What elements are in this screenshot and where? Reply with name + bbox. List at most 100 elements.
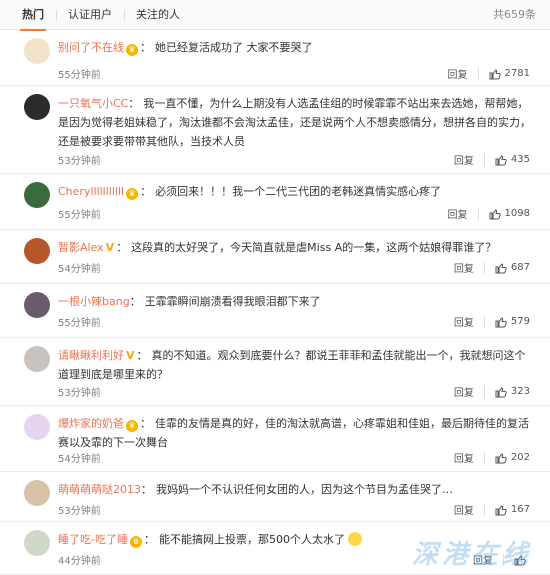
comment-content: 爆炸家的奶爸 ♛：佳霏的友情是真的好，佳的淘汰就高谱，心疼霏姐和佳姐，最后期待佳的… <box>58 414 532 452</box>
thumbs-up-icon <box>495 386 507 397</box>
comment-content: 暂影Alex V：这段真的太好哭了，今天简直就是虐Miss A的一集，这两个姑娘得… <box>58 238 532 257</box>
comment-item: 请瞅瞅利利好 V：真的不知道。观众到底要什么？都说王菲菲和孟佳就能出一个，我就想问… <box>0 338 550 406</box>
comment-time: 53分钟前 <box>58 388 101 399</box>
comment-content: 萌萌萌萌哒2013： 我妈妈一个不认识任何女团的人，因为这个节目为孟佳哭了… <box>58 480 532 499</box>
like-button[interactable]: 2781 <box>489 68 530 80</box>
colon-separator: ： <box>128 97 140 110</box>
like-count: 323 <box>510 386 530 397</box>
comment-username[interactable]: 别问了不在线 <box>58 41 124 54</box>
avatar[interactable] <box>24 530 50 556</box>
avatar[interactable] <box>24 182 50 208</box>
comment-time: 55分钟前 <box>58 70 101 81</box>
comment-time: 53分钟前 <box>58 506 101 517</box>
avatar[interactable] <box>24 414 50 440</box>
comment-time: 44分钟前 <box>58 556 101 567</box>
thumbs-up-icon <box>495 316 507 327</box>
comment-text: 王霏霏瞬间崩溃看得我眼泪都下来了 <box>144 295 321 308</box>
comment-actions: 回复 1098 <box>448 206 530 221</box>
crown-badge-icon: ♛ <box>129 536 142 548</box>
action-divider <box>477 207 479 220</box>
thumbs-up-icon <box>495 154 507 165</box>
crown-badge-icon: ♛ <box>126 188 139 200</box>
like-button[interactable]: 435 <box>495 154 530 166</box>
reply-button[interactable]: 回复 <box>454 450 474 465</box>
like-count: 202 <box>510 452 530 463</box>
site-watermark: 深港在线 <box>411 540 532 570</box>
comment-username[interactable]: 爆炸家的奶爸 <box>58 417 124 430</box>
colon-separator: ： <box>141 483 152 496</box>
thumbs-up-icon <box>489 208 501 219</box>
colon-separator: ： <box>140 41 151 54</box>
comment-item: 一只氧气小CC： 我一直不懂，为什么上期没有人选孟佳组的时候霏霏不站出来去选她，帮… <box>0 86 550 174</box>
comment-username[interactable]: 暂影Alex <box>58 241 104 254</box>
crown-badge-icon: ♛ <box>126 44 138 56</box>
colon-separator: ： <box>140 185 152 198</box>
avatar[interactable] <box>24 238 50 264</box>
reply-button[interactable]: 回复 <box>454 314 474 329</box>
comment-text: 必须回来！！！我一个二代三代团的老韩迷真情实感心疼了 <box>155 185 442 198</box>
like-count: 579 <box>510 316 530 327</box>
comment-item: 暂影Alex V：这段真的太好哭了，今天简直就是虐Miss A的一集，这两个姑娘得… <box>0 230 550 284</box>
avatar[interactable] <box>24 292 50 318</box>
like-button[interactable]: 167 <box>495 504 530 516</box>
comment-total-count: 共659条 <box>493 8 536 21</box>
crown-badge-icon: ♛ <box>126 420 138 432</box>
like-button[interactable]: 202 <box>495 452 530 464</box>
reply-button[interactable]: 回复 <box>454 502 474 517</box>
reply-button[interactable]: 回复 <box>454 384 474 399</box>
comment-username[interactable]: 睡了吃-吃了睡 <box>58 533 128 546</box>
avatar[interactable] <box>24 94 50 120</box>
comment-username[interactable]: 请瞅瞅利利好 <box>58 349 124 362</box>
avatar[interactable] <box>24 38 50 64</box>
tab-verified-users[interactable]: 认证用户 <box>56 0 124 30</box>
like-count: 1098 <box>504 208 530 219</box>
thumbs-up-icon <box>495 452 507 463</box>
comment-time: 54分钟前 <box>58 454 101 465</box>
action-divider <box>483 503 485 516</box>
comment-actions: 回复 687 <box>454 260 530 275</box>
colon-separator: ： <box>129 295 141 308</box>
action-divider <box>483 451 485 464</box>
comment-text: 她已经复活成功了 大家不要哭了 <box>155 41 313 54</box>
action-divider <box>483 153 485 166</box>
comment-username[interactable]: 一根小辣bang <box>58 295 130 308</box>
comment-username[interactable]: 萌萌萌萌哒2013 <box>58 483 141 496</box>
comment-actions: 回复 323 <box>454 384 530 399</box>
avatar[interactable] <box>24 480 50 506</box>
like-button[interactable]: 579 <box>495 316 530 328</box>
tab-hot[interactable]: 热门 <box>10 0 56 31</box>
comment-content: 请瞅瞅利利好 V：真的不知道。观众到底要什么？都说王菲菲和孟佳就能出一个，我就想问… <box>58 346 532 384</box>
reply-button[interactable]: 回复 <box>454 260 474 275</box>
avatar[interactable] <box>24 346 50 372</box>
comment-item: 一根小辣bang： 王霏霏瞬间崩溃看得我眼泪都下来了 55分钟前 回复 579 <box>0 284 550 338</box>
comment-item: 爆炸家的奶爸 ♛：佳霏的友情是真的好，佳的淘汰就高谱，心疼霏姐和佳姐，最后期待佳的… <box>0 406 550 472</box>
comment-time: 55分钟前 <box>58 210 101 221</box>
reply-button[interactable]: 回复 <box>448 206 468 221</box>
colon-separator: ： <box>136 349 148 362</box>
like-button[interactable]: 1098 <box>489 208 530 220</box>
like-button[interactable]: 323 <box>495 386 530 398</box>
colon-separator: ： <box>140 417 151 430</box>
comment-actions: 回复 202 <box>454 450 530 465</box>
reply-button[interactable]: 回复 <box>448 66 468 81</box>
like-button[interactable]: 687 <box>495 262 530 274</box>
comment-content: 一只氧气小CC： 我一直不懂，为什么上期没有人选孟佳组的时候霏霏不站出来去选她，帮… <box>58 94 532 151</box>
comment-text: 我妈妈一个不认识任何女团的人，因为这个节目为孟佳哭了… <box>156 483 453 496</box>
comment-username[interactable]: 一只氧气小CC <box>58 97 128 110</box>
comment-actions: 回复 579 <box>454 314 530 329</box>
action-divider <box>483 261 485 274</box>
smile-emoji-icon <box>347 532 362 546</box>
action-divider <box>483 385 485 398</box>
action-divider <box>477 67 479 80</box>
like-count: 167 <box>510 504 530 515</box>
comment-actions: 回复 167 <box>454 502 530 517</box>
tab-following[interactable]: 关注的人 <box>124 0 192 30</box>
comment-actions: 回复 435 <box>454 152 530 167</box>
comment-item: Cherylllllllllll ♛：必须回来！！！我一个二代三代团的老韩迷真情实… <box>0 174 550 230</box>
comment-item: 别问了不在线 ♛： 她已经复活成功了 大家不要哭了 55分钟前 回复 2781 <box>0 30 550 86</box>
comment-text: 这段真的太好哭了，今天简直就是虐Miss A的一集，这两个姑娘得罪谁了？ <box>131 241 497 254</box>
comment-time: 53分钟前 <box>58 156 101 167</box>
reply-button[interactable]: 回复 <box>454 152 474 167</box>
thumbs-up-icon <box>489 68 501 79</box>
comment-username[interactable]: Cherylllllllllll <box>58 185 124 198</box>
